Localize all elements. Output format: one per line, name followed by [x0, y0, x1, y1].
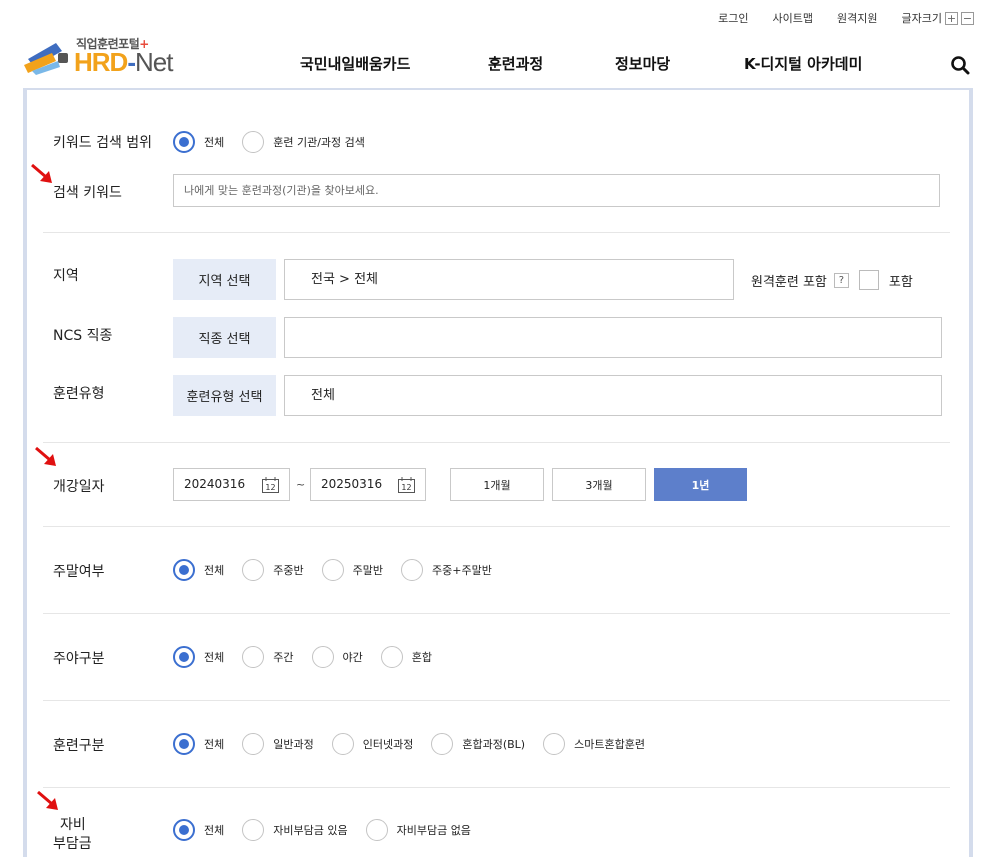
radio-unchecked-icon	[242, 646, 264, 668]
svg-text:12: 12	[401, 483, 411, 492]
radio-checked-icon	[173, 559, 195, 581]
keyword-scope-label: 키워드 검색 범위	[53, 132, 152, 152]
radio-unchecked-icon	[431, 733, 453, 755]
nav-item-k-digital[interactable]: K-디지털 아카데미	[744, 53, 862, 74]
keyword-scope-radio-group: 전체 훈련 기관/과정 검색	[173, 131, 383, 153]
radio-unchecked-icon	[381, 646, 403, 668]
daynight-radio-group: 전체 주간 야간 혼합	[173, 646, 450, 668]
start-date-label: 개강일자	[53, 476, 105, 496]
login-link[interactable]: 로그인	[718, 10, 748, 26]
logo-wordmark: HRD-Net	[74, 47, 172, 78]
copay-label-line1: 자비	[60, 814, 86, 834]
divider	[43, 613, 950, 614]
radio-weekend-all[interactable]: 전체	[173, 559, 224, 581]
radio-kind-general[interactable]: 일반과정	[242, 733, 313, 755]
remote-include-checkbox[interactable]	[859, 270, 879, 290]
font-decrease-button[interactable]: −	[961, 12, 974, 25]
radio-checked-icon	[173, 131, 195, 153]
radio-unchecked-icon	[242, 559, 264, 581]
training-kind-radio-group: 전체 일반과정 인터넷과정 혼합과정(BL) 스마트혼합훈련	[173, 733, 663, 755]
radio-scope-institution[interactable]: 훈련 기관/과정 검색	[242, 131, 365, 153]
radio-weekday-weekend[interactable]: 주중+주말반	[401, 559, 492, 581]
logo-cards-icon	[22, 37, 72, 77]
font-size-control: 글자크기 + −	[902, 10, 974, 26]
radio-unchecked-icon	[543, 733, 565, 755]
nav-item-info[interactable]: 정보마당	[615, 53, 670, 74]
period-1-month-button[interactable]: 1개월	[450, 468, 544, 501]
radio-kind-internet[interactable]: 인터넷과정	[332, 733, 414, 755]
copay-radio-group: 전체 자비부담금 있음 자비부담금 없음	[173, 819, 489, 841]
search-icon[interactable]	[950, 55, 970, 75]
radio-unchecked-icon	[366, 819, 388, 841]
period-1-year-button[interactable]: 1년	[654, 468, 747, 501]
radio-copay-yes[interactable]: 자비부담금 있음	[242, 819, 347, 841]
radio-weekday[interactable]: 주중반	[242, 559, 303, 581]
ncs-label: NCS 직종	[53, 325, 112, 345]
weekend-label: 주말여부	[53, 561, 105, 581]
radio-daynight-all[interactable]: 전체	[173, 646, 224, 668]
training-type-label: 훈련유형	[53, 383, 105, 403]
radio-unchecked-icon	[312, 646, 334, 668]
radio-kind-smart-blended[interactable]: 스마트혼합훈련	[543, 733, 645, 755]
radio-copay-no[interactable]: 자비부담금 없음	[366, 819, 471, 841]
training-type-select-button[interactable]: 훈련유형 선택	[173, 375, 276, 416]
keyword-label: 검색 키워드	[53, 182, 122, 202]
radio-day[interactable]: 주간	[242, 646, 293, 668]
training-type-value-field[interactable]: 전체	[284, 375, 942, 416]
font-size-label: 글자크기	[902, 10, 942, 26]
remote-training-option: 원격훈련 포함 ? 포함	[751, 270, 913, 290]
radio-unchecked-icon	[242, 733, 264, 755]
radio-mixed[interactable]: 혼합	[381, 646, 432, 668]
date-range-separator: ~	[296, 478, 305, 491]
region-label: 지역	[53, 265, 79, 285]
period-3-month-button[interactable]: 3개월	[552, 468, 646, 501]
keyword-search-input[interactable]: 나에게 맞는 훈련과정(기관)을 찾아보세요.	[173, 174, 940, 207]
nav-item-card[interactable]: 국민내일배움카드	[300, 53, 410, 74]
divider	[43, 232, 950, 233]
region-value-field[interactable]: 전국 > 전체	[284, 259, 734, 300]
sitemap-link[interactable]: 사이트맵	[773, 10, 813, 26]
radio-checked-icon	[173, 646, 195, 668]
font-increase-button[interactable]: +	[945, 12, 958, 25]
training-kind-label: 훈련구분	[53, 735, 105, 755]
ncs-select-button[interactable]: 직종 선택	[173, 317, 276, 358]
radio-unchecked-icon	[401, 559, 423, 581]
radio-night[interactable]: 야간	[312, 646, 363, 668]
radio-scope-all[interactable]: 전체	[173, 131, 224, 153]
remote-support-link[interactable]: 원격지원	[837, 10, 877, 26]
nav-item-courses[interactable]: 훈련과정	[488, 53, 543, 74]
daynight-label: 주야구분	[53, 648, 105, 668]
radio-kind-all[interactable]: 전체	[173, 733, 224, 755]
red-arrow-icon	[36, 790, 60, 812]
radio-unchecked-icon	[242, 819, 264, 841]
radio-unchecked-icon	[242, 131, 264, 153]
red-arrow-icon	[34, 446, 58, 468]
calendar-icon[interactable]: 12	[398, 477, 415, 493]
remote-training-label: 원격훈련 포함	[751, 271, 827, 290]
start-date-to-input[interactable]: 20250316 12	[310, 468, 426, 501]
radio-checked-icon	[173, 733, 195, 755]
red-arrow-icon	[30, 163, 54, 185]
radio-unchecked-icon	[322, 559, 344, 581]
weekend-radio-group: 전체 주중반 주말반 주중+주말반	[173, 559, 510, 581]
divider	[43, 442, 950, 443]
calendar-icon[interactable]: 12	[262, 477, 279, 493]
help-icon[interactable]: ?	[834, 273, 849, 288]
svg-text:12: 12	[265, 483, 275, 492]
radio-unchecked-icon	[332, 733, 354, 755]
utility-bar: 로그인 사이트맵 원격지원 글자크기 + −	[694, 10, 974, 26]
region-select-button[interactable]: 지역 선택	[173, 259, 276, 300]
radio-weekend[interactable]: 주말반	[322, 559, 383, 581]
remote-include-label: 포함	[889, 271, 913, 290]
ncs-value-field[interactable]	[284, 317, 942, 358]
divider	[43, 700, 950, 701]
radio-checked-icon	[173, 819, 195, 841]
divider	[43, 526, 950, 527]
hrd-net-logo[interactable]: 직업훈련포털+ HRD-Net	[22, 33, 192, 77]
radio-copay-all[interactable]: 전체	[173, 819, 224, 841]
divider	[43, 787, 950, 788]
copay-label-line2: 부담금	[53, 833, 92, 853]
radio-kind-blended[interactable]: 혼합과정(BL)	[431, 733, 525, 755]
start-date-from-input[interactable]: 20240316 12	[173, 468, 290, 501]
